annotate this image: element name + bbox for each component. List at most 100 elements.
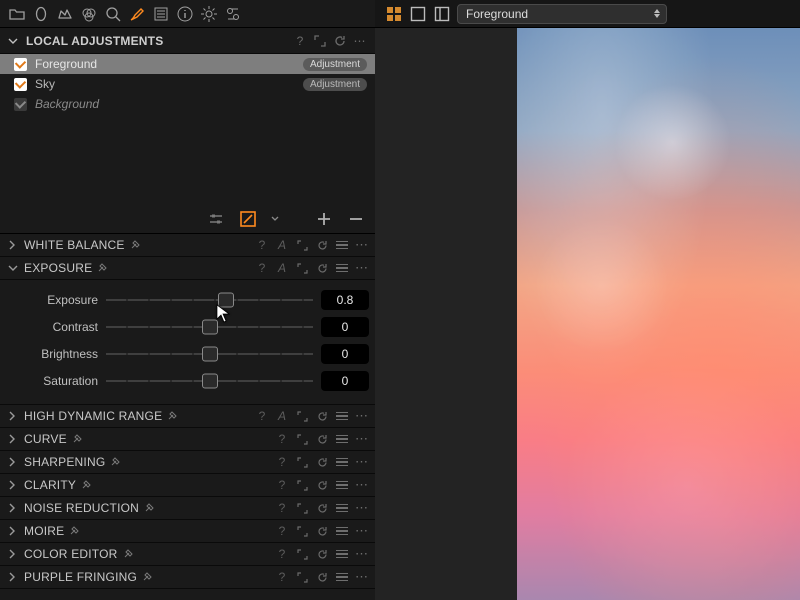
help-icon[interactable]: ? [275, 547, 289, 561]
expand-icon[interactable] [295, 524, 309, 538]
reset-icon[interactable] [315, 570, 329, 584]
more-icon[interactable]: ⋯ [355, 408, 369, 424]
mask-dropdown-icon[interactable] [271, 210, 279, 228]
tool-color-editor[interactable]: COLOR EDITOR?⋯ [0, 543, 375, 566]
slider-brightness[interactable] [106, 344, 313, 364]
expand-icon[interactable] [295, 238, 309, 252]
more-icon[interactable]: ⋯ [355, 431, 369, 447]
reset-icon[interactable] [333, 34, 347, 48]
split-view-icon[interactable] [433, 5, 451, 23]
preset-icon[interactable] [335, 501, 349, 515]
folder-icon[interactable] [8, 5, 26, 23]
more-icon[interactable]: ⋯ [355, 523, 369, 539]
lens-icon[interactable] [56, 5, 74, 23]
single-view-icon[interactable] [409, 5, 427, 23]
preset-icon[interactable] [335, 261, 349, 275]
layer-item-sky[interactable]: Sky Adjustment [0, 74, 375, 94]
preset-icon[interactable] [335, 478, 349, 492]
tool-moire[interactable]: MOIRE?⋯ [0, 520, 375, 543]
canvas[interactable] [375, 28, 800, 600]
slider-contrast[interactable] [106, 317, 313, 337]
pin-icon[interactable] [111, 457, 121, 467]
pin-icon[interactable] [124, 549, 134, 559]
layer-checkbox[interactable] [14, 78, 27, 91]
color-icon[interactable] [80, 5, 98, 23]
more-icon[interactable]: ⋯ [355, 260, 369, 276]
reset-icon[interactable] [315, 501, 329, 515]
expand-icon[interactable] [313, 34, 327, 48]
help-icon[interactable]: ? [255, 238, 269, 252]
tool-white-balance[interactable]: WHITE BALANCE ? A ⋯ [0, 234, 375, 257]
reset-icon[interactable] [315, 524, 329, 538]
preset-icon[interactable] [335, 432, 349, 446]
preset-icon[interactable] [335, 547, 349, 561]
help-icon[interactable]: ? [275, 455, 289, 469]
pin-icon[interactable] [98, 263, 108, 273]
help-icon[interactable]: ? [275, 524, 289, 538]
gear-icon[interactable] [200, 5, 218, 23]
help-icon[interactable]: ? [275, 570, 289, 584]
expand-icon[interactable] [295, 455, 309, 469]
more-icon[interactable]: ⋯ [355, 237, 369, 253]
preset-icon[interactable] [335, 409, 349, 423]
pin-icon[interactable] [168, 411, 178, 421]
auto-icon[interactable]: A [275, 261, 289, 275]
more-icon[interactable]: ⋯ [355, 546, 369, 562]
tool-high-dynamic-range[interactable]: HIGH DYNAMIC RANGE?A⋯ [0, 405, 375, 428]
grid-view-icon[interactable] [385, 5, 403, 23]
reset-icon[interactable] [315, 455, 329, 469]
metadata-icon[interactable] [152, 5, 170, 23]
more-icon[interactable]: ⋯ [353, 34, 367, 48]
param-value[interactable]: 0.8 [321, 290, 369, 310]
reset-icon[interactable] [315, 478, 329, 492]
pin-icon[interactable] [73, 434, 83, 444]
tool-exposure-header[interactable]: EXPOSURE ? A ⋯ [0, 257, 375, 280]
more-icon[interactable]: ⋯ [355, 500, 369, 516]
auto-icon[interactable]: A [275, 238, 289, 252]
help-icon[interactable]: ? [255, 409, 269, 423]
mask-draw-icon[interactable] [239, 210, 257, 228]
help-icon[interactable]: ? [275, 501, 289, 515]
pin-icon[interactable] [131, 240, 141, 250]
slider-saturation[interactable] [106, 371, 313, 391]
tool-clarity[interactable]: CLARITY?⋯ [0, 474, 375, 497]
pin-icon[interactable] [145, 503, 155, 513]
brush-icon[interactable] [128, 5, 146, 23]
auto-icon[interactable]: A [275, 409, 289, 423]
preset-icon[interactable] [335, 455, 349, 469]
reset-icon[interactable] [315, 547, 329, 561]
preset-icon[interactable] [335, 524, 349, 538]
pin-icon[interactable] [70, 526, 80, 536]
tool-curve[interactable]: CURVE?⋯ [0, 428, 375, 451]
expand-icon[interactable] [295, 261, 309, 275]
mask-sliders-icon[interactable] [207, 210, 225, 228]
layer-checkbox[interactable] [14, 98, 27, 111]
expand-icon[interactable] [295, 432, 309, 446]
expand-icon[interactable] [295, 501, 309, 515]
expand-icon[interactable] [295, 409, 309, 423]
tool-purple-fringing[interactable]: PURPLE FRINGING?⋯ [0, 566, 375, 589]
adjustments-icon[interactable] [224, 5, 242, 23]
expand-icon[interactable] [295, 547, 309, 561]
remove-layer-icon[interactable] [347, 210, 365, 228]
expand-icon[interactable] [295, 478, 309, 492]
help-icon[interactable]: ? [255, 261, 269, 275]
search-icon[interactable] [104, 5, 122, 23]
expand-icon[interactable] [295, 570, 309, 584]
pin-icon[interactable] [82, 480, 92, 490]
layer-item-background[interactable]: Background [0, 94, 375, 114]
reset-icon[interactable] [315, 261, 329, 275]
layer-checkbox[interactable] [14, 58, 27, 71]
tool-sharpening[interactable]: SHARPENING?⋯ [0, 451, 375, 474]
slider-exposure[interactable] [106, 290, 313, 310]
capture-icon[interactable] [32, 5, 50, 23]
preset-icon[interactable] [335, 238, 349, 252]
param-value[interactable]: 0 [321, 371, 369, 391]
layer-item-foreground[interactable]: Foreground Adjustment [0, 54, 375, 74]
preset-icon[interactable] [335, 570, 349, 584]
pin-icon[interactable] [143, 572, 153, 582]
local-adjustments-header[interactable]: LOCAL ADJUSTMENTS ? ⋯ [0, 28, 375, 54]
reset-icon[interactable] [315, 432, 329, 446]
help-icon[interactable]: ? [275, 478, 289, 492]
tool-noise-reduction[interactable]: NOISE REDUCTION?⋯ [0, 497, 375, 520]
